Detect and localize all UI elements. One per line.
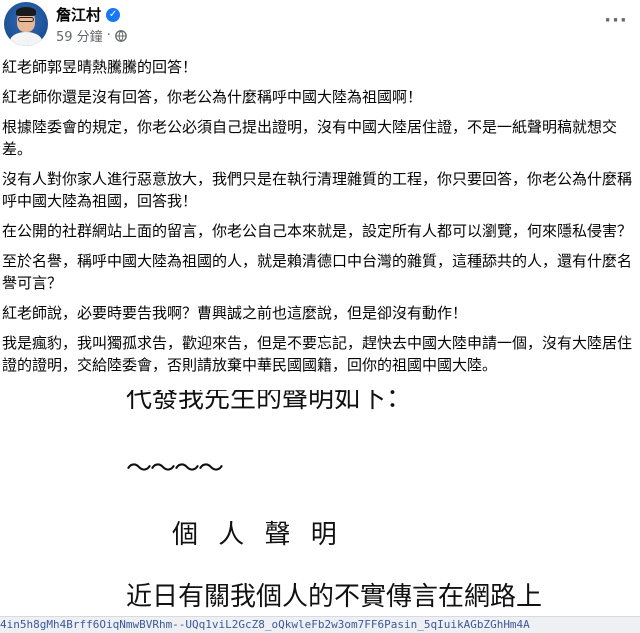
post-paragraph: 沒有人對你家人進行惡意放大，我們只是在執行清理雜質的工程，你只要回答，你老公為什… (2, 170, 633, 210)
globe-icon[interactable] (114, 29, 127, 42)
status-url-bar: 4in5h8gMh4Brff6OiqNmwBVRhm--UQq1viL2GcZ8… (0, 616, 640, 633)
meta-separator: · (106, 28, 111, 43)
post-paragraph: 紅老師說，必要時要告我啊？曹興誠之前也這麼說，但是卻沒有動作！ (2, 304, 468, 322)
post-body: 紅老師郭昱晴熱騰騰的回答！ 紅老師你還是沒有回答，你老公為什麼稱呼中國大陸為祖國… (2, 56, 632, 384)
image-text-line: 代發我先生的聲明如下： (126, 390, 413, 414)
post-time[interactable]: 59 分鐘 (56, 26, 103, 45)
post-paragraph: 紅老師你還是沒有回答，你老公為什麼稱呼中國大陸為祖國啊！ (2, 88, 423, 106)
post-paragraph: 至於名譽，稱呼中國大陸為祖國的人，就是賴清德口中台灣的雜質，這種舔共的人，還有什… (2, 252, 633, 292)
avatar-hair (16, 7, 36, 16)
image-text-line: 近日有關我個人的不實傳言在網路上 (126, 582, 543, 612)
post-paragraph: 在公開的社群網站上面的留言，你老公自己本來就是，設定所有人都可以瀏覽，何來隱私侵… (2, 222, 633, 240)
image-text-line: 〜〜〜〜 (126, 454, 224, 484)
avatar-glasses (18, 17, 34, 22)
image-text-line: 個 人 聲 明 (172, 520, 343, 550)
post-header: 詹江村 ✓ 59 分鐘 · ··· (0, 0, 640, 52)
more-options-icon[interactable]: ··· (602, 6, 630, 34)
author-name[interactable]: 詹江村 (56, 4, 101, 25)
post-image[interactable]: 代發我先生的聲明如下： 〜〜〜〜 個 人 聲 明 近日有關我個人的不實傳言在網路… (0, 390, 640, 616)
post-paragraph: 根據陸委會的規定，你老公必須自己提出證明，沒有中國大陸居住證，不是一紙聲明稿就想… (2, 118, 618, 158)
post-meta: 59 分鐘 · (56, 26, 127, 45)
verified-badge-icon: ✓ (106, 7, 121, 22)
author-name-row: 詹江村 ✓ (56, 4, 121, 25)
avatar-shirt (10, 32, 42, 46)
post-paragraph: 紅老師郭昱晴熱騰騰的回答！ (2, 58, 198, 76)
post-paragraph: 我是瘋豹，我叫獨孤求告，歡迎來告，但是不要忘記，趕快去中國大陸申請一個，沒有大陸… (2, 334, 633, 374)
author-avatar[interactable] (4, 2, 48, 46)
